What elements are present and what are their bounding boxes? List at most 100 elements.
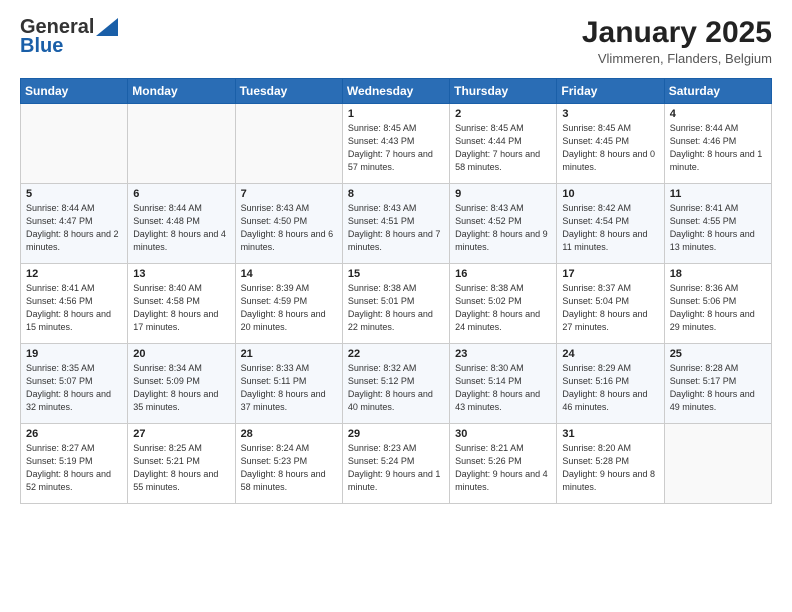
calendar-header-row: SundayMondayTuesdayWednesdayThursdayFrid… bbox=[21, 79, 772, 104]
day-number: 26 bbox=[26, 428, 122, 440]
day-number: 28 bbox=[241, 428, 337, 440]
cell-details: Sunrise: 8:28 AM Sunset: 5:17 PM Dayligh… bbox=[670, 362, 766, 414]
calendar-cell: 30 Sunrise: 8:21 AM Sunset: 5:26 PM Dayli… bbox=[450, 424, 557, 504]
calendar-cell: 2Sunrise: 8:45 AM Sunset: 4:44 PM Daylig… bbox=[450, 104, 557, 184]
calendar-cell bbox=[21, 104, 128, 184]
calendar-cell: 20Sunrise: 8:34 AM Sunset: 5:09 PM Dayli… bbox=[128, 344, 235, 424]
weekday-header: Tuesday bbox=[235, 79, 342, 104]
calendar-cell: 28 Sunrise: 8:24 AM Sunset: 5:23 PM Dayli… bbox=[235, 424, 342, 504]
title-block: January 2025 Vlimmeren, Flanders, Belgiu… bbox=[582, 16, 772, 66]
calendar-cell: 26 Sunrise: 8:27 AM Sunset: 5:19 PM Dayli… bbox=[21, 424, 128, 504]
cell-details: Sunrise: 8:30 AM Sunset: 5:14 PM Dayligh… bbox=[455, 362, 551, 414]
calendar-cell bbox=[128, 104, 235, 184]
cell-details: Sunrise: 8:45 AM Sunset: 4:43 PM Dayligh… bbox=[348, 122, 444, 174]
day-number: 7 bbox=[241, 188, 337, 200]
cell-details: Sunrise: 8:35 AM Sunset: 5:07 PM Dayligh… bbox=[26, 362, 122, 414]
calendar-week-row: 12 Sunrise: 8:41 AM Sunset: 4:56 PM Dayli… bbox=[21, 264, 772, 344]
day-number: 9 bbox=[455, 188, 551, 200]
calendar-week-row: 19 Sunrise: 8:35 AM Sunset: 5:07 PM Dayli… bbox=[21, 344, 772, 424]
calendar-cell: 9 Sunrise: 8:43 AM Sunset: 4:52 PM Daylig… bbox=[450, 184, 557, 264]
day-number: 1 bbox=[348, 108, 444, 120]
cell-details: Sunrise: 8:43 AM Sunset: 4:52 PM Dayligh… bbox=[455, 202, 551, 254]
day-number: 4 bbox=[670, 108, 766, 120]
calendar: SundayMondayTuesdayWednesdayThursdayFrid… bbox=[20, 78, 772, 504]
day-number: 11 bbox=[670, 188, 766, 200]
calendar-week-row: 5 Sunrise: 8:44 AM Sunset: 4:47 PM Daylig… bbox=[21, 184, 772, 264]
weekday-header: Wednesday bbox=[342, 79, 449, 104]
day-number: 12 bbox=[26, 268, 122, 280]
day-number: 27 bbox=[133, 428, 229, 440]
cell-details: Sunrise: 8:27 AM Sunset: 5:19 PM Dayligh… bbox=[26, 442, 122, 494]
day-number: 31 bbox=[562, 428, 658, 440]
cell-details: Sunrise: 8:21 AM Sunset: 5:26 PM Dayligh… bbox=[455, 442, 551, 494]
calendar-cell: 14Sunrise: 8:39 AM Sunset: 4:59 PM Dayli… bbox=[235, 264, 342, 344]
day-number: 6 bbox=[133, 188, 229, 200]
calendar-cell: 7 Sunrise: 8:43 AM Sunset: 4:50 PM Daylig… bbox=[235, 184, 342, 264]
calendar-cell: 27Sunrise: 8:25 AM Sunset: 5:21 PM Dayli… bbox=[128, 424, 235, 504]
cell-details: Sunrise: 8:20 AM Sunset: 5:28 PM Dayligh… bbox=[562, 442, 658, 494]
calendar-cell: 23 Sunrise: 8:30 AM Sunset: 5:14 PM Dayli… bbox=[450, 344, 557, 424]
calendar-cell: 18Sunrise: 8:36 AM Sunset: 5:06 PM Dayli… bbox=[664, 264, 771, 344]
calendar-week-row: 1 Sunrise: 8:45 AM Sunset: 4:43 PM Daylig… bbox=[21, 104, 772, 184]
day-number: 19 bbox=[26, 348, 122, 360]
calendar-cell: 22 Sunrise: 8:32 AM Sunset: 5:12 PM Dayli… bbox=[342, 344, 449, 424]
day-number: 8 bbox=[348, 188, 444, 200]
calendar-cell: 25Sunrise: 8:28 AM Sunset: 5:17 PM Dayli… bbox=[664, 344, 771, 424]
calendar-cell: 4 Sunrise: 8:44 AM Sunset: 4:46 PM Daylig… bbox=[664, 104, 771, 184]
day-number: 5 bbox=[26, 188, 122, 200]
location: Vlimmeren, Flanders, Belgium bbox=[582, 51, 772, 66]
calendar-cell: 11 Sunrise: 8:41 AM Sunset: 4:55 PM Dayli… bbox=[664, 184, 771, 264]
cell-details: Sunrise: 8:44 AM Sunset: 4:46 PM Dayligh… bbox=[670, 122, 766, 174]
weekday-header: Friday bbox=[557, 79, 664, 104]
day-number: 24 bbox=[562, 348, 658, 360]
calendar-cell: 12 Sunrise: 8:41 AM Sunset: 4:56 PM Dayli… bbox=[21, 264, 128, 344]
calendar-cell bbox=[235, 104, 342, 184]
cell-details: Sunrise: 8:44 AM Sunset: 4:48 PM Dayligh… bbox=[133, 202, 229, 254]
cell-details: Sunrise: 8:29 AM Sunset: 5:16 PM Dayligh… bbox=[562, 362, 658, 414]
calendar-cell: 13Sunrise: 8:40 AM Sunset: 4:58 PM Dayli… bbox=[128, 264, 235, 344]
calendar-week-row: 26 Sunrise: 8:27 AM Sunset: 5:19 PM Dayli… bbox=[21, 424, 772, 504]
calendar-cell: 10 Sunrise: 8:42 AM Sunset: 4:54 PM Dayli… bbox=[557, 184, 664, 264]
day-number: 15 bbox=[348, 268, 444, 280]
day-number: 18 bbox=[670, 268, 766, 280]
cell-details: Sunrise: 8:40 AM Sunset: 4:58 PM Dayligh… bbox=[133, 282, 229, 334]
cell-details: Sunrise: 8:45 AM Sunset: 4:44 PM Dayligh… bbox=[455, 122, 551, 174]
cell-details: Sunrise: 8:42 AM Sunset: 4:54 PM Dayligh… bbox=[562, 202, 658, 254]
cell-details: Sunrise: 8:44 AM Sunset: 4:47 PM Dayligh… bbox=[26, 202, 122, 254]
cell-details: Sunrise: 8:23 AM Sunset: 5:24 PM Dayligh… bbox=[348, 442, 444, 494]
cell-details: Sunrise: 8:32 AM Sunset: 5:12 PM Dayligh… bbox=[348, 362, 444, 414]
cell-details: Sunrise: 8:41 AM Sunset: 4:56 PM Dayligh… bbox=[26, 282, 122, 334]
day-number: 3 bbox=[562, 108, 658, 120]
cell-details: Sunrise: 8:37 AM Sunset: 5:04 PM Dayligh… bbox=[562, 282, 658, 334]
cell-details: Sunrise: 8:43 AM Sunset: 4:51 PM Dayligh… bbox=[348, 202, 444, 254]
cell-details: Sunrise: 8:24 AM Sunset: 5:23 PM Dayligh… bbox=[241, 442, 337, 494]
weekday-header: Monday bbox=[128, 79, 235, 104]
cell-details: Sunrise: 8:41 AM Sunset: 4:55 PM Dayligh… bbox=[670, 202, 766, 254]
calendar-cell: 17 Sunrise: 8:37 AM Sunset: 5:04 PM Dayli… bbox=[557, 264, 664, 344]
cell-details: Sunrise: 8:43 AM Sunset: 4:50 PM Dayligh… bbox=[241, 202, 337, 254]
calendar-cell: 21Sunrise: 8:33 AM Sunset: 5:11 PM Dayli… bbox=[235, 344, 342, 424]
day-number: 23 bbox=[455, 348, 551, 360]
cell-details: Sunrise: 8:38 AM Sunset: 5:01 PM Dayligh… bbox=[348, 282, 444, 334]
calendar-cell: 5 Sunrise: 8:44 AM Sunset: 4:47 PM Daylig… bbox=[21, 184, 128, 264]
logo-icon bbox=[96, 18, 118, 36]
month-title: January 2025 bbox=[582, 16, 772, 49]
day-number: 17 bbox=[562, 268, 658, 280]
calendar-cell: 8 Sunrise: 8:43 AM Sunset: 4:51 PM Daylig… bbox=[342, 184, 449, 264]
weekday-header: Saturday bbox=[664, 79, 771, 104]
calendar-cell: 19 Sunrise: 8:35 AM Sunset: 5:07 PM Dayli… bbox=[21, 344, 128, 424]
logo: General Blue bbox=[20, 16, 118, 58]
calendar-cell: 6 Sunrise: 8:44 AM Sunset: 4:48 PM Daylig… bbox=[128, 184, 235, 264]
calendar-cell: 3Sunrise: 8:45 AM Sunset: 4:45 PM Daylig… bbox=[557, 104, 664, 184]
day-number: 22 bbox=[348, 348, 444, 360]
day-number: 30 bbox=[455, 428, 551, 440]
calendar-cell: 24 Sunrise: 8:29 AM Sunset: 5:16 PM Dayli… bbox=[557, 344, 664, 424]
calendar-cell: 29 Sunrise: 8:23 AM Sunset: 5:24 PM Dayli… bbox=[342, 424, 449, 504]
day-number: 21 bbox=[241, 348, 337, 360]
logo-blue-text: Blue bbox=[20, 35, 63, 58]
day-number: 10 bbox=[562, 188, 658, 200]
day-number: 20 bbox=[133, 348, 229, 360]
weekday-header: Sunday bbox=[21, 79, 128, 104]
day-number: 29 bbox=[348, 428, 444, 440]
cell-details: Sunrise: 8:38 AM Sunset: 5:02 PM Dayligh… bbox=[455, 282, 551, 334]
